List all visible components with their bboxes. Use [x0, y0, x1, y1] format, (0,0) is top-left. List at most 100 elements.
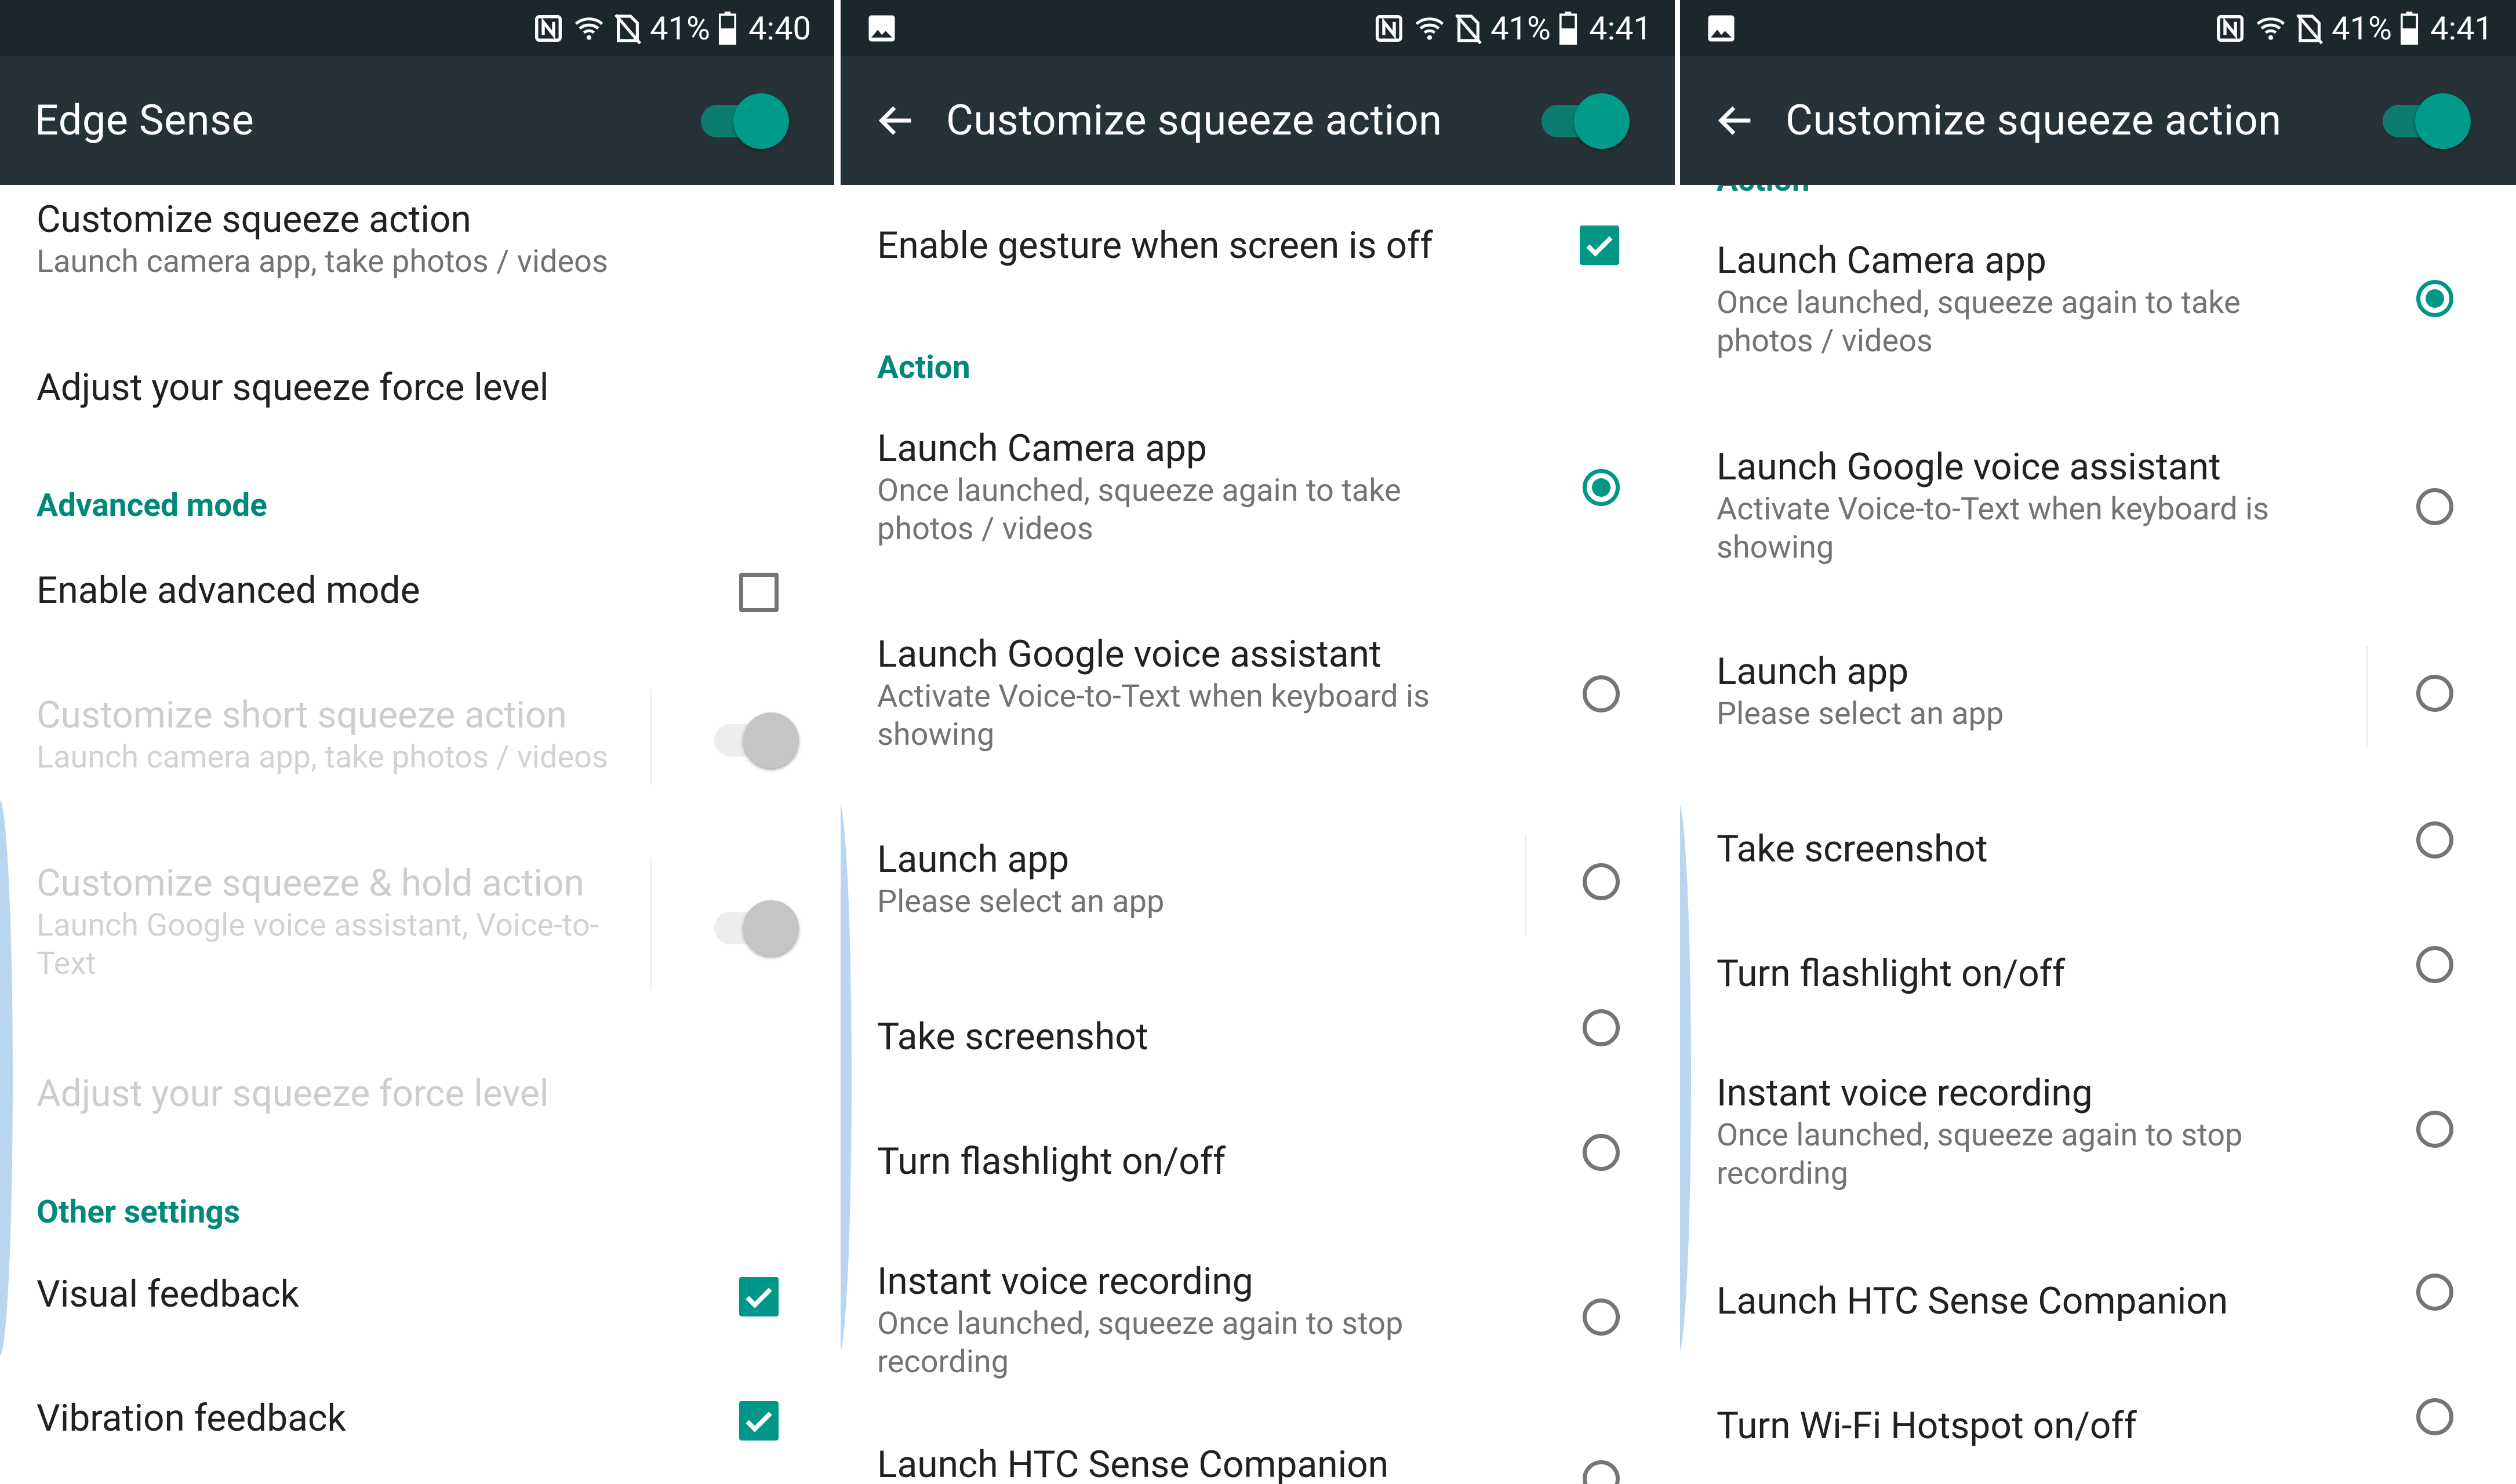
radio-launch-camera[interactable]: [2416, 280, 2453, 317]
option-launch-camera[interactable]: Launch Camera app Once launched, squeeze…: [1717, 238, 2325, 361]
vibration-feedback-checkbox[interactable]: [739, 1401, 779, 1441]
status-bar: 41% 4:41: [1680, 0, 2516, 56]
settings-list: Customize squeeze action Launch camera a…: [0, 185, 834, 1484]
option-title: Instant voice recording: [877, 1260, 1253, 1303]
squeeze-hold-toggle: [714, 900, 801, 956]
app-bar: Customize squeeze action: [1680, 56, 2516, 185]
vibration-feedback-item[interactable]: Vibration feedback: [37, 1395, 834, 1442]
adjust-squeeze-force-item[interactable]: Adjust your squeeze force level: [37, 365, 834, 411]
option-title: Launch HTC Sense Companion: [1717, 1279, 2228, 1323]
option-title: Turn Wi-Fi Hotspot on/off: [1717, 1404, 2137, 1447]
option-title: Turn flashlight on/off: [1717, 952, 2066, 995]
option-launch-app[interactable]: Launch app Please select an app: [877, 836, 1484, 921]
divider: [1525, 834, 1526, 936]
battery-icon: [2400, 11, 2419, 45]
radio-flashlight[interactable]: [2416, 946, 2453, 983]
squeeze-action-toggle[interactable]: [2383, 93, 2471, 149]
divider: [650, 857, 652, 991]
options-list: Enable gesture when screen is off Action…: [841, 185, 1675, 1484]
option-title: Take screenshot: [1717, 827, 1988, 871]
wifi-icon: [1415, 17, 1444, 40]
option-title: Launch Google voice assistant: [1717, 445, 2221, 489]
option-flashlight[interactable]: Turn flashlight on/off: [877, 1139, 1675, 1185]
page-title: Edge Sense: [35, 96, 254, 145]
adjust-squeeze-force-disabled-item: Adjust your squeeze force level: [37, 1071, 834, 1117]
section-header-other-settings: Other settings: [37, 1194, 241, 1231]
option-voice-recording[interactable]: Instant voice recording Once launched, s…: [1717, 1070, 2325, 1193]
radio-launch-app[interactable]: [1583, 863, 1620, 900]
back-arrow-icon[interactable]: [874, 99, 918, 143]
option-launch-camera[interactable]: Launch Camera app Once launched, squeeze…: [877, 425, 1484, 548]
option-google-voice[interactable]: Launch Google voice assistant Activate V…: [1717, 444, 2325, 567]
radio-google-voice[interactable]: [2416, 488, 2453, 525]
nfc-icon: [2217, 14, 2244, 42]
option-flashlight[interactable]: Turn flashlight on/off: [1717, 951, 2516, 997]
item-title: Adjust your squeeze force level: [37, 366, 549, 409]
customize-squeeze-scrolled-screen: 41% 4:41 Action Launch Camera app Once l…: [1680, 0, 2516, 1484]
edge-sense-screen: 41% 4:40 Edge Sense Customize squeeze ac…: [0, 0, 834, 1484]
enable-gesture-item[interactable]: Enable gesture when screen is off: [877, 223, 1675, 269]
battery-icon: [718, 11, 737, 45]
check-icon: [1586, 236, 1613, 257]
visual-feedback-item[interactable]: Visual feedback: [37, 1271, 834, 1318]
option-take-screenshot[interactable]: Take screenshot: [877, 1014, 1675, 1060]
option-htc-companion[interactable]: Launch HTC Sense Companion: [1717, 1278, 2516, 1325]
back-arrow-icon[interactable]: [1714, 99, 1758, 143]
radio-voice-recording[interactable]: [2416, 1111, 2453, 1148]
option-wifi-hotspot[interactable]: Turn Wi-Fi Hotspot on/off: [1717, 1403, 2516, 1449]
radio-launch-camera[interactable]: [1583, 469, 1620, 506]
visual-feedback-checkbox[interactable]: [739, 1277, 779, 1316]
option-title: Launch app: [877, 838, 1070, 881]
no-sim-icon: [2296, 13, 2323, 44]
radio-google-voice[interactable]: [1583, 675, 1620, 712]
wifi-icon: [2256, 17, 2285, 40]
option-htc-companion[interactable]: Launch HTC Sense Companion: [877, 1442, 1675, 1484]
panel-gap: [834, 0, 841, 1484]
radio-htc-companion[interactable]: [2416, 1274, 2453, 1311]
check-icon: [746, 1287, 772, 1308]
option-title: Take screenshot: [877, 1015, 1148, 1059]
item-subtitle: Launch camera app, take photos / videos: [37, 739, 608, 776]
option-subtitle: Once launched, squeeze again to stop rec…: [1717, 1117, 2243, 1192]
option-title: Launch Google voice assistant: [877, 632, 1381, 676]
radio-take-screenshot[interactable]: [1583, 1009, 1620, 1046]
battery-icon: [1559, 11, 1577, 45]
enable-advanced-mode-checkbox[interactable]: [739, 573, 779, 612]
image-notification-icon: [1708, 15, 1735, 42]
customize-squeeze-hold-item: Customize squeeze & hold action Launch G…: [37, 860, 643, 983]
battery-percent: 41%: [2332, 9, 2393, 48]
item-title: Customize short squeeze action: [37, 693, 567, 737]
item-title: Vibration feedback: [37, 1396, 346, 1440]
option-voice-recording[interactable]: Instant voice recording Once launched, s…: [877, 1259, 1484, 1381]
option-title: Launch Camera app: [877, 427, 1207, 470]
radio-launch-app[interactable]: [2416, 675, 2453, 712]
section-header-action: Action: [877, 349, 970, 386]
page-title: Customize squeeze action: [1786, 96, 2282, 145]
radio-wifi-hotspot[interactable]: [2416, 1398, 2453, 1435]
option-google-voice[interactable]: Launch Google voice assistant Activate V…: [877, 631, 1484, 754]
image-notification-icon: [868, 15, 895, 42]
customize-short-squeeze-item: Customize short squeeze action Launch ca…: [37, 692, 643, 777]
radio-voice-recording[interactable]: [1583, 1298, 1620, 1336]
page-title: Customize squeeze action: [946, 96, 1442, 145]
option-subtitle: Activate Voice-to-Text when keyboard is …: [877, 678, 1430, 753]
customize-squeeze-action-item[interactable]: Customize squeeze action Launch camera a…: [37, 197, 834, 281]
radio-take-screenshot[interactable]: [2416, 821, 2453, 859]
squeeze-action-toggle[interactable]: [1541, 93, 1630, 149]
enable-advanced-mode-item[interactable]: Enable advanced mode: [37, 568, 834, 614]
panel-gap: [1675, 0, 1680, 1484]
enable-gesture-checkbox[interactable]: [1580, 225, 1619, 265]
wifi-icon: [575, 17, 603, 40]
clock: 4:40: [748, 9, 811, 48]
radio-flashlight[interactable]: [1583, 1134, 1620, 1171]
edge-sense-toggle[interactable]: [701, 93, 789, 149]
option-title: Launch HTC Sense Companion: [877, 1443, 1389, 1484]
option-subtitle: Please select an app: [877, 883, 1165, 920]
app-bar: Customize squeeze action: [841, 56, 1675, 185]
option-take-screenshot[interactable]: Take screenshot: [1717, 826, 2516, 872]
option-title: Launch app: [1717, 650, 1909, 693]
option-launch-app[interactable]: Launch app Please select an app: [1717, 649, 2325, 733]
option-title: Launch Camera app: [1717, 239, 2046, 282]
short-squeeze-toggle: [714, 712, 801, 768]
no-sim-icon: [1455, 13, 1482, 44]
